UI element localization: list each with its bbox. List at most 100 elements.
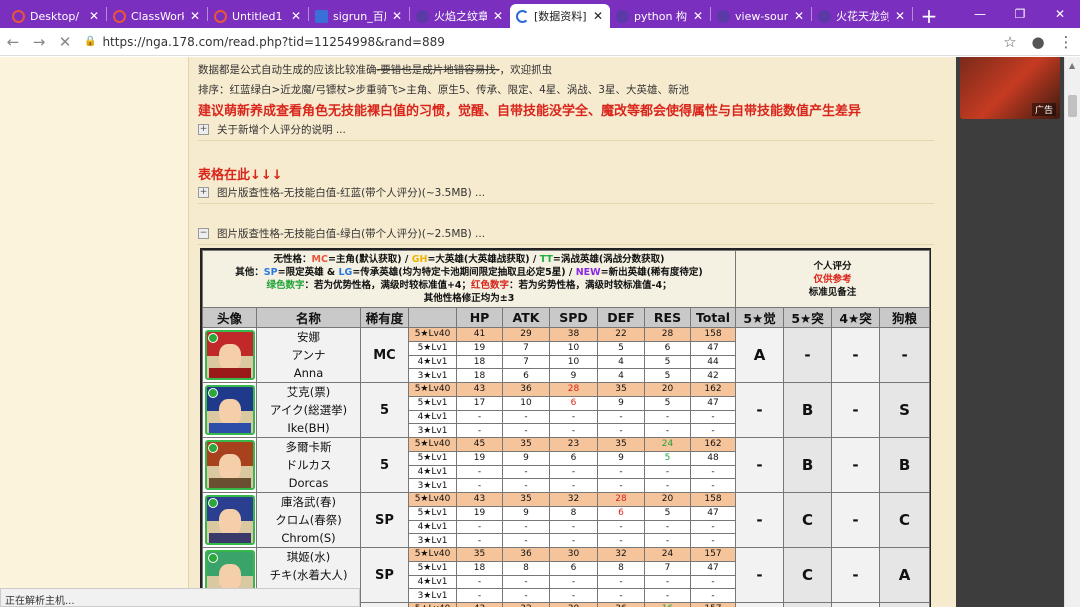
hero-name-cell: 艾克(票) アイク(総選挙) Ike(BH) <box>256 382 361 438</box>
grade-cell: B <box>783 382 833 438</box>
grade-cell: - <box>831 382 881 438</box>
stat-total: - <box>689 533 737 548</box>
advice-text: 建议萌新养成查看角色无技能裸白值的习惯，觉醒、自带技能没学全、魔改等都会使得属性… <box>198 104 862 119</box>
browser-tab[interactable]: Desktop/ ✕ <box>6 4 106 28</box>
stat-hp: 41 <box>456 327 503 342</box>
stat-total: 162 <box>689 437 737 452</box>
avatar-face <box>218 454 241 480</box>
close-window-icon[interactable]: ✕ <box>1040 0 1080 28</box>
account-icon[interactable]: ● <box>1024 33 1052 51</box>
address-bar: ← → ✕ 🔒 https://nga.178.com/read.php?tid… <box>0 28 1080 56</box>
stat-atk: - <box>502 464 550 480</box>
avatar <box>204 330 255 380</box>
stat-total: 157 <box>689 602 737 607</box>
close-icon[interactable]: ✕ <box>793 9 805 23</box>
legend-text: 其他： <box>235 267 264 278</box>
stat-spd: - <box>549 533 598 548</box>
close-icon[interactable]: ✕ <box>592 9 604 23</box>
legend-text: ：若为优势性格，满级时较标准值+4； <box>304 280 472 291</box>
stat-def: 36 <box>597 602 645 607</box>
scrollbar-thumb[interactable] <box>1068 95 1077 117</box>
stat-atk: 35 <box>502 437 550 452</box>
stat-def: - <box>597 423 645 438</box>
table-row: 庫洛武(春) クロム(春祭) Chrom(S) SP 5★Lv40 43 35 32 28 20 1… <box>202 492 931 548</box>
legend-line-2: 其他：SP=限定英雄 & LG=传承英雄(均为特定卡池期间限定抽取且必定5星) … <box>204 266 735 279</box>
tab-label: python 构 <box>634 10 687 23</box>
close-icon[interactable]: ✕ <box>692 9 704 23</box>
level-cell: 5★Lv40 <box>408 547 457 562</box>
close-icon[interactable]: ✕ <box>88 9 100 23</box>
stat-hp: 45 <box>456 437 503 452</box>
stat-total: 47 <box>689 560 737 576</box>
stat-total: 157 <box>689 547 737 562</box>
collapse-red-blue-table[interactable]: + 图片版查性格-无技能白值-红蓝(带个人评分)(~3.5MB) ... <box>198 182 934 204</box>
collapse-green-white-table[interactable]: − 图片版查性格-无技能白值-绿白(带个人评分)(~2.5MB) ... <box>198 223 934 245</box>
post-strike-text: -要错也是成片地错容易找- <box>376 64 500 76</box>
menu-icon[interactable]: ⋮ <box>1052 33 1080 51</box>
url-field[interactable]: 🔒 https://nga.178.com/read.php?tid=11254… <box>78 31 990 53</box>
wand-icon <box>717 9 730 23</box>
avatar-face <box>218 344 241 370</box>
paw-icon <box>616 9 629 23</box>
stop-icon[interactable]: ✕ <box>52 33 78 51</box>
stat-res: 5 <box>644 354 691 370</box>
browser-tab[interactable]: 火花天龙剑 ✕ <box>812 4 912 28</box>
browser-tab[interactable]: [数据资料] ✕ <box>510 4 610 28</box>
stat-spd: 32 <box>549 492 598 507</box>
level-cell: 5★Lv1 <box>408 395 457 411</box>
stat-res: - <box>644 574 691 590</box>
close-icon[interactable]: ✕ <box>492 9 504 23</box>
legend-new: NEW <box>575 267 601 278</box>
browser-tab[interactable]: sigrun_百度 ✕ <box>309 4 409 28</box>
stat-def: 4 <box>597 368 645 383</box>
new-tab-button[interactable]: + <box>913 4 945 28</box>
level-cell: 4★Lv1 <box>408 519 457 535</box>
collapse-icon[interactable]: − <box>198 228 209 239</box>
restore-icon[interactable]: ❐ <box>1000 0 1040 28</box>
close-icon[interactable]: ✕ <box>189 9 201 23</box>
avatar <box>204 385 255 435</box>
browser-tab[interactable]: view-sourc ✕ <box>711 4 811 28</box>
stat-def: 22 <box>597 327 645 342</box>
collapse-rating-note[interactable]: + 关于新增个人评分的说明 ... <box>198 119 934 141</box>
browser-tab[interactable]: ClassWork ✕ <box>107 4 207 28</box>
stat-hp: - <box>456 409 503 425</box>
stat-hp: - <box>456 588 503 603</box>
grade-cell <box>831 602 881 607</box>
level-cell: 3★Lv1 <box>408 478 457 493</box>
browser-tab[interactable]: python 构 ✕ <box>610 4 710 28</box>
stat-spd: 9 <box>549 368 598 383</box>
scrollbar[interactable]: ▲ <box>1064 57 1080 607</box>
stat-spd: - <box>549 464 598 480</box>
stat-atk: 32 <box>502 602 550 607</box>
post-line-2: 排序：红蓝绿白>近龙魔/弓镖杖>步重骑飞>主角、原生5、传承、限定、4星、涡战、… <box>198 84 689 96</box>
expand-icon[interactable]: + <box>198 187 209 198</box>
minimize-icon[interactable]: — <box>960 0 1000 28</box>
hero-name-line: 琪姬(水) <box>286 550 331 564</box>
stat-spd: 28 <box>549 382 598 397</box>
browser-tab[interactable]: 火焰之纹章 ✕ <box>410 4 510 28</box>
stats-table: 无性格：MC=主角(默认获取) / GH=大英雄(大英雄战获取) / TT=涡战… <box>200 248 931 607</box>
expand-icon[interactable]: + <box>198 124 209 135</box>
browser-tab[interactable]: Untitled1 ✕ <box>208 4 308 28</box>
close-icon[interactable]: ✕ <box>894 9 906 23</box>
bookmark-star-icon[interactable]: ☆ <box>996 33 1024 51</box>
ad-banner[interactable]: 广告 <box>960 57 1060 119</box>
stat-res: 20 <box>644 382 691 397</box>
stat-def: - <box>597 574 645 590</box>
left-margin <box>0 57 188 607</box>
stat-atk: 29 <box>502 327 550 342</box>
level-cell: 5★Lv40 <box>408 327 457 342</box>
table-row: 安娜 アンナ Anna MC 5★Lv40 41 29 38 22 28 158 A - - - <box>202 327 931 383</box>
stat-def: - <box>597 588 645 603</box>
stat-hp: - <box>456 464 503 480</box>
close-icon[interactable]: ✕ <box>290 9 302 23</box>
legend-text: =大英雄(大英雄战获取) / <box>427 254 540 265</box>
stat-total: 44 <box>689 354 737 370</box>
stat-atk: - <box>502 423 550 438</box>
scroll-up-icon[interactable]: ▲ <box>1069 61 1075 70</box>
stat-spd: 30 <box>549 547 598 562</box>
close-icon[interactable]: ✕ <box>391 9 403 23</box>
back-icon[interactable]: ← <box>0 33 26 51</box>
forward-icon[interactable]: → <box>26 33 52 51</box>
